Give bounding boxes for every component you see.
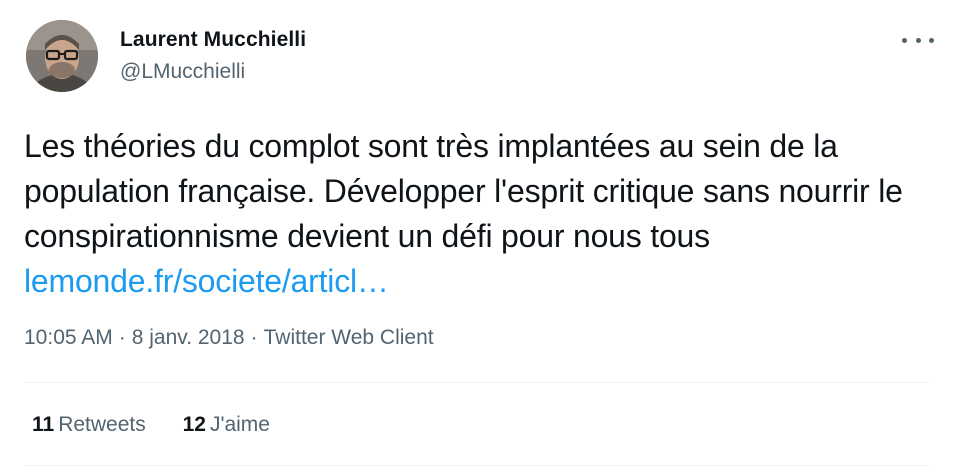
tweet-text: Les théories du complot sont très implan…: [24, 124, 929, 304]
more-horizontal-icon-dot: [915, 37, 921, 43]
tweet-card: Laurent Mucchielli @LMucchielli Les théo…: [0, 0, 960, 472]
avatar-photo: [26, 20, 98, 92]
retweets-count: 11: [32, 413, 55, 436]
retweets-stat[interactable]: 11 Retweets: [32, 410, 146, 440]
engagement-stats: 11 Retweets 12 J'aime: [32, 410, 270, 440]
tweet-date[interactable]: 8 janv. 2018: [132, 326, 245, 349]
avatar[interactable]: [26, 20, 98, 92]
divider: [24, 382, 930, 383]
retweets-label: Retweets: [58, 413, 146, 436]
likes-stat[interactable]: 12 J'aime: [183, 410, 270, 440]
meta-separator: ·: [118, 326, 126, 349]
more-horizontal-icon: [902, 37, 907, 43]
display-name[interactable]: Laurent Mucchielli: [120, 26, 306, 54]
meta-separator: ·: [250, 326, 258, 349]
likes-count: 12: [182, 413, 206, 436]
more-options-button[interactable]: [902, 28, 934, 52]
author-block: Laurent Mucchielli @LMucchielli: [120, 26, 306, 86]
divider: [24, 465, 930, 466]
user-handle[interactable]: @LMucchielli: [120, 58, 306, 86]
tweet-meta: 10:05 AM · 8 janv. 2018 · Twitter Web Client: [24, 323, 434, 353]
likes-label: J'aime: [209, 413, 270, 436]
article-link[interactable]: lemonde.fr/societe/articl…: [24, 263, 389, 299]
more-horizontal-icon-dot: [929, 37, 934, 43]
tweet-body: Les théories du complot sont très implan…: [24, 128, 903, 254]
tweet-source[interactable]: Twitter Web Client: [264, 326, 434, 349]
tweet-time[interactable]: 10:05 AM: [24, 326, 113, 349]
